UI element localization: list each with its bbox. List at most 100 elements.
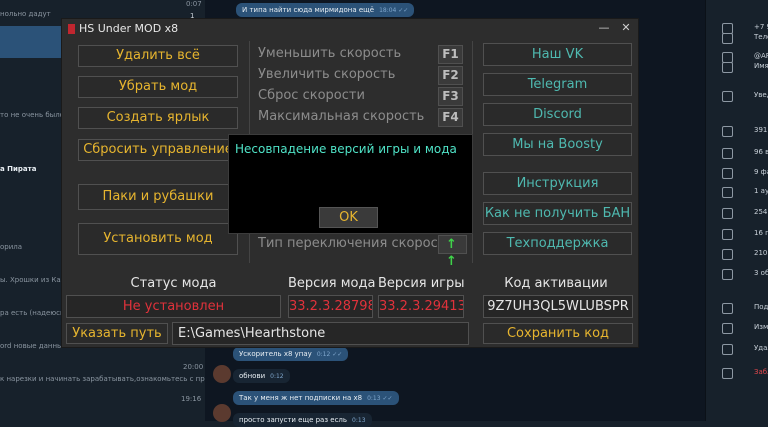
- action-button[interactable]: Установить мод: [78, 223, 238, 255]
- version-mismatch-dialog: Несовпадение версий игры и мода OK: [228, 134, 473, 234]
- game-path-input[interactable]: E:\Games\Hearthstone: [172, 322, 469, 345]
- info-panel-item[interactable]: Подел: [714, 302, 768, 316]
- action-button[interactable]: Сбросить управление: [78, 139, 238, 161]
- info-item-icon: [722, 269, 733, 280]
- action-button[interactable]: Создать ярлык: [78, 107, 238, 129]
- message-text: просто запусти еще раз есль: [239, 416, 348, 424]
- info-panel-item[interactable]: 16 гол: [714, 228, 768, 242]
- message-time: 18:04 ✓✓: [379, 7, 409, 14]
- link-button[interactable]: Мы на Boosty: [483, 133, 632, 156]
- action-button[interactable]: Паки и рубашки: [78, 184, 238, 210]
- hotkey-badge[interactable]: F3: [438, 87, 463, 106]
- info-panel-item[interactable]: 210 GI: [714, 248, 768, 262]
- info-panel-item[interactable]: 96 вид: [714, 147, 768, 161]
- speed-switch-toggle[interactable]: ↑ ↑: [438, 235, 467, 269]
- info-item-icon: [722, 91, 733, 102]
- info-panel-item[interactable]: Имя п: [714, 61, 768, 75]
- info-panel-item[interactable]: 254 сс: [714, 207, 768, 221]
- info-item-label: Подел: [754, 303, 768, 311]
- info-item-icon: [722, 187, 733, 198]
- message-bubble[interactable]: Ускоритель x8 упау 0:12 ✓✓: [233, 347, 349, 361]
- info-item-label: 391 ф: [754, 126, 768, 134]
- info-item-label: @ARST: [754, 52, 768, 60]
- save-code-button[interactable]: Сохранить код: [483, 323, 633, 344]
- chat-list-snippet: 20:00: [183, 363, 204, 371]
- chat-list-snippet: 0:07: [186, 0, 202, 8]
- link-button[interactable]: Telegram: [483, 73, 632, 96]
- status-header: Статус мода: [130, 276, 217, 291]
- window-titlebar[interactable]: HS Under MOD x8 — ✕: [62, 19, 638, 39]
- info-item-label: 210 GI: [754, 249, 768, 257]
- set-path-button[interactable]: Указать путь: [66, 323, 168, 344]
- close-icon[interactable]: ✕: [619, 21, 633, 34]
- link-button[interactable]: Инструкция: [483, 172, 632, 195]
- info-item-icon: [722, 208, 733, 219]
- hotkey-badge[interactable]: F2: [438, 66, 463, 85]
- chat-list-snippet: ы. Хрошки из Кали: [0, 276, 70, 284]
- info-item-label: 254 сс: [754, 208, 768, 216]
- info-item-icon: [722, 62, 733, 73]
- info-panel-item[interactable]: Удали: [714, 343, 768, 357]
- game-version-value: 33.2.3.29413: [378, 295, 464, 318]
- app-logo-icon: [68, 24, 75, 34]
- message-text: Так у меня ж нет подписки на x8: [239, 394, 363, 402]
- info-item-icon: [722, 303, 733, 314]
- message-bubble[interactable]: И типа найти сюда мирмидона ещё 18:04 ✓✓: [236, 3, 415, 17]
- info-item-label: Забло: [754, 368, 768, 376]
- link-button[interactable]: Discord: [483, 103, 632, 126]
- link-button[interactable]: Техподдержка: [483, 232, 632, 255]
- info-item-label: 16 гол: [754, 229, 768, 237]
- info-panel-item[interactable]: 1 ауди: [714, 186, 768, 200]
- info-panel-item[interactable]: Уведо: [714, 90, 768, 104]
- info-item-label: 96 вид: [754, 148, 768, 156]
- chat-list-snippet: к нарезки и начинать зарабатывать,ознако…: [0, 375, 225, 383]
- message-bubble[interactable]: просто запусти еще раз есль 0:13: [233, 413, 372, 427]
- minimize-icon[interactable]: —: [597, 21, 611, 34]
- info-item-icon: [722, 33, 733, 44]
- info-panel-item[interactable]: 391 ф: [714, 125, 768, 139]
- link-button[interactable]: Наш VK: [483, 43, 632, 66]
- speed-row-label: Максимальная скорость: [258, 109, 425, 124]
- info-item-label: Имя п: [754, 62, 768, 70]
- link-button[interactable]: Как не получить БАН: [483, 202, 632, 225]
- info-panel-item[interactable]: 9 файл: [714, 167, 768, 181]
- info-item-label: Изме: [754, 323, 768, 331]
- info-item-icon: [722, 368, 733, 379]
- info-item-label: +7 952: [754, 23, 768, 31]
- info-panel-item[interactable]: Изме: [714, 322, 768, 336]
- avatar: [213, 404, 231, 422]
- hotkey-badge[interactable]: F1: [438, 45, 463, 64]
- info-item-label: 3 общ: [754, 269, 768, 277]
- chat-info-panel: +7 952 Телеф @ARST Имя п Уведо 391 ф 96 вид 9 ф…: [705, 0, 768, 421]
- info-item-icon: [722, 249, 733, 260]
- speed-row-label: Сброс скорости: [258, 88, 365, 103]
- message-text: Ускоритель x8 упау: [239, 350, 312, 358]
- chat-list-snippet: орила: [0, 243, 23, 251]
- message-bubble[interactable]: Так у меня ж нет подписки на x8 0:13 ✓✓: [233, 391, 399, 405]
- mod-status-value: Не установлен: [66, 295, 281, 318]
- message-time: 0:13 ✓✓: [367, 395, 393, 402]
- info-item-label: 9 файл: [754, 168, 768, 176]
- activation-code-header: Код активации: [504, 276, 608, 291]
- mod-version-value: 33.2.3.28798: [288, 295, 373, 318]
- chat-list-snippet: ord новые данные: [0, 342, 67, 350]
- action-button[interactable]: Убрать мод: [78, 76, 238, 98]
- activation-code-input[interactable]: 9Z7UH3QL5WLUBSPR: [483, 295, 633, 318]
- chat-list-snippet: а Пирата: [0, 165, 37, 173]
- mod-version-header: Версия мода: [288, 276, 376, 291]
- info-panel-item[interactable]: Забло: [714, 367, 768, 381]
- message-time: 0:12 ✓✓: [316, 351, 343, 358]
- info-panel-item[interactable]: Телеф: [714, 32, 768, 46]
- chat-list-snippet: 19:16: [181, 395, 202, 403]
- chat-list-snippet: то не очень было б: [0, 111, 71, 119]
- chat-list-snippet: ра есть (надеюсь): [0, 309, 67, 317]
- action-button[interactable]: Удалить всё: [78, 45, 238, 67]
- dialog-message: Несовпадение версий игры и мода: [235, 142, 457, 156]
- info-panel-item[interactable]: 3 общ: [714, 268, 768, 282]
- info-item-label: Телеф: [754, 33, 768, 41]
- game-version-header: Версия игры: [378, 276, 465, 291]
- speed-switch-label: Тип переключения скорости: [258, 236, 454, 251]
- dialog-ok-button[interactable]: OK: [319, 207, 378, 228]
- hotkey-badge[interactable]: F4: [438, 108, 463, 127]
- message-bubble[interactable]: обнови 0:12: [233, 369, 290, 383]
